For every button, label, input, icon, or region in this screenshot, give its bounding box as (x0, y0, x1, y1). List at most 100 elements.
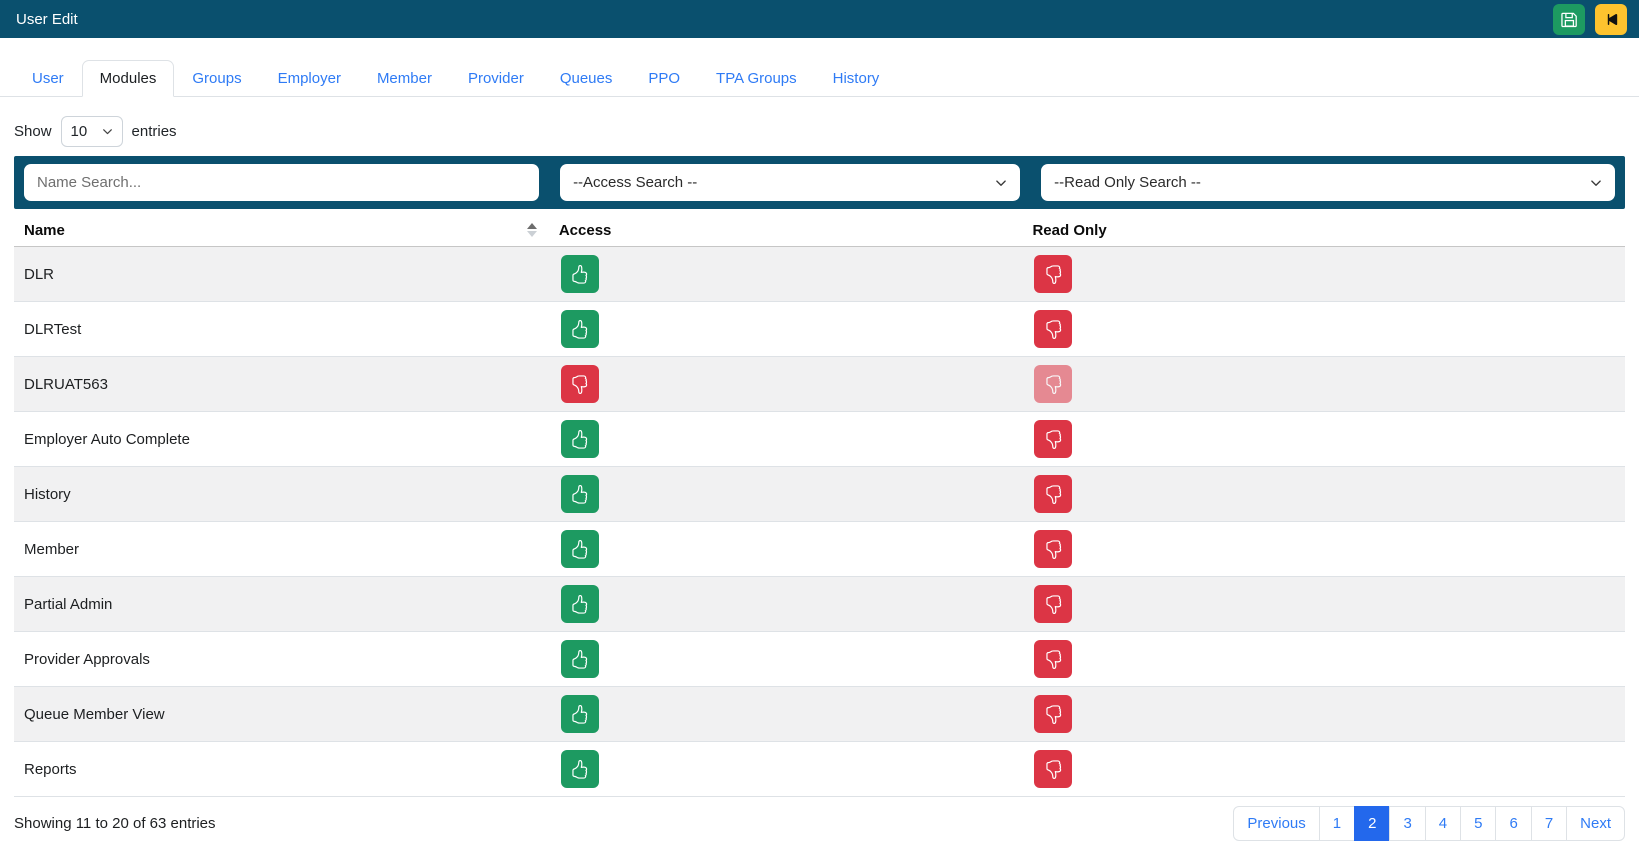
table-row: Queue Member View (14, 687, 1625, 742)
name-search-input[interactable] (24, 164, 539, 201)
thumbs-up-icon (570, 650, 589, 669)
back-button[interactable] (1595, 4, 1627, 35)
read-only-toggle-button[interactable] (1034, 255, 1072, 293)
skip-back-icon (1603, 11, 1620, 28)
header-actions (1553, 4, 1627, 35)
access-toggle-button[interactable] (561, 475, 599, 513)
module-name: History (14, 486, 549, 503)
filter-bar: --Access Search -- --Read Only Search -- (14, 156, 1625, 209)
table-row: History (14, 467, 1625, 522)
access-toggle-button[interactable] (561, 640, 599, 678)
read-only-toggle-button[interactable] (1034, 530, 1072, 568)
thumbs-up-icon (570, 485, 589, 504)
page-previous[interactable]: Previous (1233, 806, 1319, 841)
column-header-name[interactable]: Name (14, 222, 549, 239)
table-footer: Showing 11 to 20 of 63 entries Previous1… (14, 797, 1625, 841)
tab-tpa-groups[interactable]: TPA Groups (698, 60, 815, 97)
table-body: DLR DLRTest DLRUAT563 (14, 247, 1625, 797)
access-toggle-button[interactable] (561, 365, 599, 403)
table-row: Provider Approvals (14, 632, 1625, 687)
chevron-down-icon (995, 177, 1007, 189)
module-name: Reports (14, 761, 549, 778)
page-4[interactable]: 4 (1425, 806, 1461, 841)
read-only-toggle-button[interactable] (1034, 695, 1072, 733)
page-1[interactable]: 1 (1319, 806, 1355, 841)
tab-queues[interactable]: Queues (542, 60, 631, 97)
thumbs-up-icon (570, 430, 589, 449)
access-toggle-button[interactable] (561, 530, 599, 568)
read-only-toggle-button (1034, 365, 1072, 403)
page-7[interactable]: 7 (1531, 806, 1567, 841)
tab-bar: UserModulesGroupsEmployerMemberProviderQ… (0, 60, 1639, 97)
read-only-toggle-button[interactable] (1034, 640, 1072, 678)
app-header: User Edit (0, 0, 1639, 38)
table-row: Employer Auto Complete (14, 412, 1625, 467)
length-prefix-label: Show (14, 123, 52, 140)
column-header-access[interactable]: Access (549, 222, 1023, 239)
access-toggle-button[interactable] (561, 695, 599, 733)
thumbs-down-icon (1044, 540, 1063, 559)
page-6[interactable]: 6 (1495, 806, 1531, 841)
thumbs-up-icon (570, 540, 589, 559)
page-3[interactable]: 3 (1389, 806, 1425, 841)
thumbs-up-icon (570, 595, 589, 614)
page-5[interactable]: 5 (1460, 806, 1496, 841)
table-row: Reports (14, 742, 1625, 797)
table-row: DLRTest (14, 302, 1625, 357)
module-name: DLRTest (14, 321, 549, 338)
access-toggle-button[interactable] (561, 310, 599, 348)
read-only-toggle-button[interactable] (1034, 310, 1072, 348)
save-button[interactable] (1553, 4, 1585, 35)
page-next[interactable]: Next (1566, 806, 1625, 841)
floppy-disk-icon (1561, 11, 1578, 28)
thumbs-down-icon (1044, 320, 1063, 339)
page-2[interactable]: 2 (1354, 806, 1390, 841)
tab-modules[interactable]: Modules (82, 60, 175, 97)
table-header-row: Name Access Read Only (14, 214, 1625, 247)
thumbs-down-icon (1044, 375, 1063, 394)
thumbs-up-icon (570, 320, 589, 339)
module-name: Partial Admin (14, 596, 549, 613)
tab-groups[interactable]: Groups (174, 60, 259, 97)
access-toggle-button[interactable] (561, 255, 599, 293)
read-only-search-value: --Read Only Search -- (1054, 174, 1201, 191)
table-row: Partial Admin (14, 577, 1625, 632)
module-name: Member (14, 541, 549, 558)
read-only-toggle-button[interactable] (1034, 475, 1072, 513)
module-name: DLRUAT563 (14, 376, 549, 393)
column-header-read-only[interactable]: Read Only (1022, 222, 1625, 239)
table-row: DLRUAT563 (14, 357, 1625, 412)
page-title: User Edit (16, 11, 78, 28)
read-only-toggle-button[interactable] (1034, 585, 1072, 623)
read-only-search-select[interactable]: --Read Only Search -- (1041, 164, 1615, 201)
access-search-select[interactable]: --Access Search -- (560, 164, 1020, 201)
tab-provider[interactable]: Provider (450, 60, 542, 97)
thumbs-down-icon (1044, 485, 1063, 504)
page-length-select[interactable]: 10 (61, 116, 123, 147)
chevron-down-icon (102, 126, 113, 137)
thumbs-down-icon (570, 375, 589, 394)
thumbs-down-icon (1044, 705, 1063, 724)
tab-ppo[interactable]: PPO (630, 60, 698, 97)
thumbs-up-icon (570, 760, 589, 779)
module-name: DLR (14, 266, 549, 283)
sort-asc-icon (527, 223, 537, 237)
chevron-down-icon (1590, 177, 1602, 189)
access-search-value: --Access Search -- (573, 174, 697, 191)
tab-employer[interactable]: Employer (260, 60, 359, 97)
tab-member[interactable]: Member (359, 60, 450, 97)
thumbs-down-icon (1044, 265, 1063, 284)
length-control: Show 10 entries (14, 116, 1625, 147)
thumbs-down-icon (1044, 430, 1063, 449)
access-toggle-button[interactable] (561, 750, 599, 788)
tab-history[interactable]: History (815, 60, 898, 97)
read-only-toggle-button[interactable] (1034, 750, 1072, 788)
thumbs-down-icon (1044, 595, 1063, 614)
access-toggle-button[interactable] (561, 585, 599, 623)
access-toggle-button[interactable] (561, 420, 599, 458)
tab-user[interactable]: User (14, 60, 82, 97)
read-only-toggle-button[interactable] (1034, 420, 1072, 458)
table-row: Member (14, 522, 1625, 577)
module-name: Queue Member View (14, 706, 549, 723)
thumbs-up-icon (570, 705, 589, 724)
